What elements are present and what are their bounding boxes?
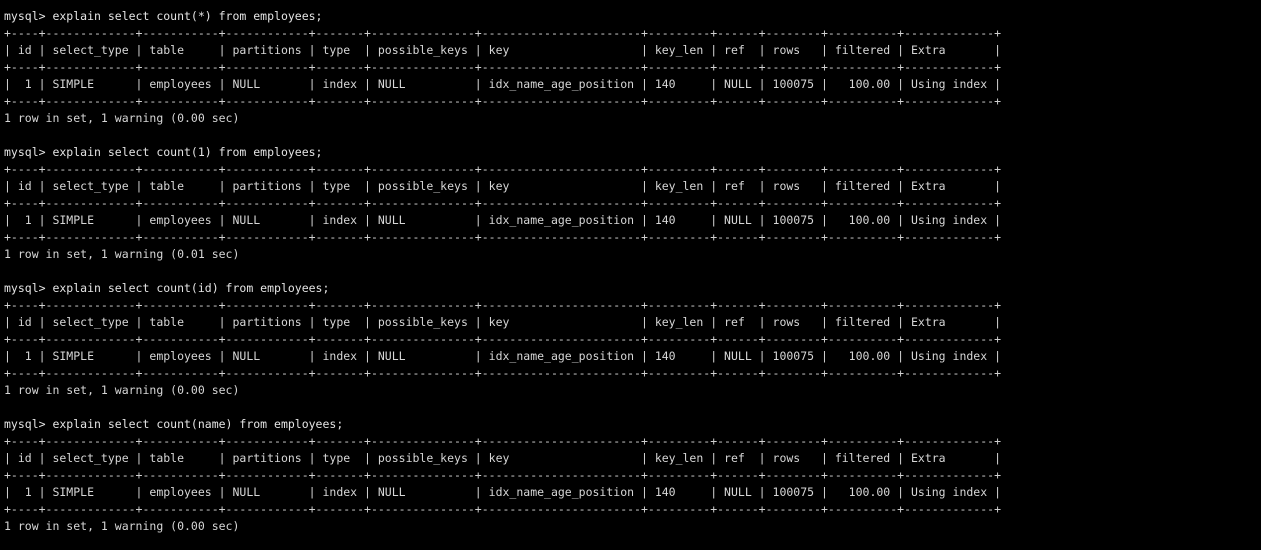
command-prompt-line[interactable]: mysql> explain select count(id) from emp… — [4, 280, 1261, 297]
terminal-window[interactable]: mysql> explain select count(*) from empl… — [0, 0, 1261, 550]
result-status-line: 1 row in set, 1 warning (0.00 sec) — [4, 383, 240, 397]
table-row: | 1 | SIMPLE | employees | NULL | index … — [4, 77, 1001, 91]
command-prompt-line[interactable]: mysql> explain select count(1) from empl… — [4, 144, 1261, 161]
table-row: | 1 | SIMPLE | employees | NULL | index … — [4, 485, 1001, 499]
table-row: | 1 | SIMPLE | employees | NULL | index … — [4, 213, 1001, 227]
table-header-row: | id | select_type | table | partitions … — [4, 179, 1001, 193]
table-rule-top: +----+-------------+-----------+--------… — [4, 26, 1001, 40]
table-rule-bottom: +----+-------------+-----------+--------… — [4, 94, 1001, 108]
table-header-row: | id | select_type | table | partitions … — [4, 43, 1001, 57]
table-rule-middle: +----+-------------+-----------+--------… — [4, 196, 1001, 210]
table-header-row: | id | select_type | table | partitions … — [4, 451, 1001, 465]
table-rule-top: +----+-------------+-----------+--------… — [4, 434, 1001, 448]
result-status-line: 1 row in set, 1 warning (0.00 sec) — [4, 519, 240, 533]
table-rule-middle: +----+-------------+-----------+--------… — [4, 60, 1001, 74]
table-rule-middle: +----+-------------+-----------+--------… — [4, 468, 1001, 482]
command-prompt-line[interactable]: mysql> explain select count(*) from empl… — [4, 8, 1261, 25]
table-rule-top: +----+-------------+-----------+--------… — [4, 298, 1001, 312]
table-header-row: | id | select_type | table | partitions … — [4, 315, 1001, 329]
table-rule-bottom: +----+-------------+-----------+--------… — [4, 502, 1001, 516]
table-row: | 1 | SIMPLE | employees | NULL | index … — [4, 349, 1001, 363]
table-rule-top: +----+-------------+-----------+--------… — [4, 162, 1001, 176]
command-prompt-line[interactable]: mysql> explain select count(name) from e… — [4, 416, 1261, 433]
result-status-line: 1 row in set, 1 warning (0.00 sec) — [4, 111, 240, 125]
table-rule-middle: +----+-------------+-----------+--------… — [4, 332, 1001, 346]
result-status-line: 1 row in set, 1 warning (0.01 sec) — [4, 247, 240, 261]
table-rule-bottom: +----+-------------+-----------+--------… — [4, 230, 1001, 244]
table-rule-bottom: +----+-------------+-----------+--------… — [4, 366, 1001, 380]
